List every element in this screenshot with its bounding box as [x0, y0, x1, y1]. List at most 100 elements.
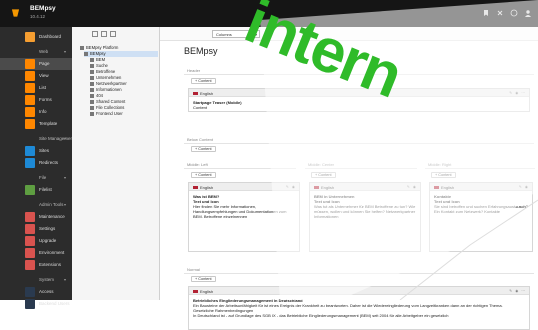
- add-content-button[interactable]: + Content: [431, 172, 456, 178]
- module-label: Maintenance: [39, 214, 65, 219]
- module-icon: [25, 95, 35, 105]
- add-content-button[interactable]: + Content: [191, 146, 216, 152]
- module-item-12[interactable]: Filelist: [0, 184, 72, 196]
- bookmark-icon[interactable]: [482, 9, 490, 17]
- card-text: Sie sind betroffen und suchen Erfahrungs…: [434, 204, 528, 214]
- module-item-18[interactable]: Extensions: [0, 259, 72, 271]
- chevron-down-icon: ▾: [64, 49, 67, 54]
- view-select-value: Columns: [216, 32, 232, 37]
- flag-us-icon: [434, 186, 439, 190]
- module-item-7[interactable]: Template: [0, 118, 72, 130]
- card-body: BEM in Unternehmen Text und Icon Was tut…: [310, 191, 420, 222]
- page-icon: [90, 105, 94, 110]
- module-item-0[interactable]: Dashboard: [0, 31, 72, 43]
- card-header: English ✎ ◉: [310, 183, 420, 191]
- add-content-button[interactable]: + Content: [191, 276, 216, 282]
- module-icon: [25, 146, 35, 156]
- module-label: Forms: [39, 97, 52, 102]
- module-item-9[interactable]: Sites: [0, 145, 72, 157]
- site-name: BEMpsy: [30, 5, 56, 12]
- module-item-3[interactable]: View: [0, 70, 72, 82]
- flag-us-icon: [193, 290, 198, 294]
- module-label: Filelist: [39, 187, 52, 192]
- module-icon: [25, 119, 35, 129]
- tree-node-label: Shared Content: [96, 99, 126, 104]
- module-item-16[interactable]: Upgrade: [0, 235, 72, 247]
- clear-cache-icon[interactable]: [496, 9, 504, 17]
- module-group-19[interactable]: System ▾: [0, 274, 72, 286]
- module-label: Template: [39, 121, 58, 126]
- card-lang: English: [200, 91, 214, 96]
- add-content-button[interactable]: + Content: [311, 172, 336, 178]
- module-icon: [25, 212, 35, 222]
- page-title: BEMpsy: [184, 46, 218, 56]
- card-tools-icon[interactable]: ✎ ◉: [286, 185, 296, 189]
- tree-node-label: Frontend User: [96, 111, 123, 116]
- page-icon: [90, 57, 94, 62]
- card-tools-icon[interactable]: ✎ ◉ ⋯: [509, 289, 526, 293]
- chevron-down-icon: ▾: [64, 277, 67, 282]
- card-header: English ✎ ◉: [430, 183, 532, 191]
- module-icon: [25, 185, 35, 195]
- page-icon: [90, 111, 94, 116]
- toolbar-right: [482, 9, 532, 17]
- column-center-label: Middle: Center: [308, 162, 335, 167]
- tree-node-label: File Collections: [96, 105, 125, 110]
- refresh-icon[interactable]: [110, 31, 116, 37]
- module-icon: [25, 248, 35, 258]
- card-tools-icon[interactable]: ✎ ◉: [519, 185, 529, 189]
- typo3-logo-icon[interactable]: [11, 8, 20, 18]
- module-icon: [25, 287, 35, 297]
- module-group-1[interactable]: Web ▾: [0, 46, 72, 58]
- divider: [184, 143, 534, 144]
- tree-node-label: 404: [96, 93, 103, 98]
- content-card-left[interactable]: English ✎ ◉ Was ist BEM? Text und Icon Hi…: [188, 182, 300, 252]
- module-item-17[interactable]: Environment: [0, 247, 72, 259]
- page-icon: [84, 51, 88, 56]
- chevron-down-icon: ▾: [64, 202, 67, 207]
- filter-icon[interactable]: [101, 31, 107, 37]
- module-item-15[interactable]: Settings: [0, 223, 72, 235]
- module-icon: [25, 83, 35, 93]
- module-label: Web: [39, 49, 49, 54]
- module-icon: [25, 59, 35, 69]
- module-group-11[interactable]: File ▾: [0, 172, 72, 184]
- module-item-2[interactable]: Page: [0, 58, 72, 70]
- module-item-10[interactable]: Redirects: [0, 157, 72, 169]
- tree-node[interactable]: Frontend User: [90, 111, 158, 117]
- module-label: Admin Tools: [39, 202, 64, 207]
- module-item-14[interactable]: Maintenance: [0, 211, 72, 223]
- help-icon[interactable]: [510, 9, 518, 17]
- module-label: Info: [39, 109, 47, 114]
- card-tools-icon[interactable]: ✎ ◉: [407, 185, 417, 189]
- card-text: In Deutschland ist - auf Grundlage des S…: [193, 313, 449, 318]
- module-item-4[interactable]: List: [0, 82, 72, 94]
- content-card-right[interactable]: English ✎ ◉ Kontakte Text und Icon Sie si…: [429, 182, 533, 252]
- column-header-label: Header: [187, 68, 201, 73]
- tree-node-label: Suche: [96, 63, 108, 68]
- module-icon: [25, 224, 35, 234]
- card-text: Was tut als Unternehmer für BEM Betroffe…: [314, 204, 416, 219]
- new-page-icon[interactable]: [92, 31, 98, 37]
- column-right-label: Middle: Right: [428, 162, 452, 167]
- module-icon: [25, 299, 35, 309]
- tree-node-label: Informationen: [96, 87, 122, 92]
- module-item-6[interactable]: Info: [0, 106, 72, 118]
- module-group-13[interactable]: Admin Tools ▾: [0, 199, 72, 211]
- user-avatar-icon[interactable]: [524, 9, 532, 17]
- add-content-button[interactable]: + Content: [191, 78, 216, 84]
- module-item-20[interactable]: Access: [0, 286, 72, 298]
- content-card-normal[interactable]: English ✎ ◉ ⋯ Betriebliches Eingliederung…: [188, 286, 530, 330]
- module-group-8[interactable]: Site Management ▾: [0, 133, 75, 145]
- add-content-button[interactable]: + Content: [191, 172, 216, 178]
- content-card-center[interactable]: English ✎ ◉ BEM in Unternehmen Text und I…: [309, 182, 421, 252]
- page-tree: BEMpsy Platform BEMpsy BEM Suche Betroffene U…: [72, 27, 160, 300]
- page-icon: [90, 99, 94, 104]
- tree-node-label: BEMpsy Platform: [86, 45, 119, 50]
- card-lang: English: [200, 289, 214, 294]
- flag-us-icon: [193, 92, 198, 96]
- module-item-5[interactable]: Forms: [0, 94, 72, 106]
- divider: [184, 273, 534, 274]
- module-label: Site Management: [39, 136, 75, 141]
- card-tools-icon[interactable]: ✎ ◉ ⋯: [509, 91, 526, 95]
